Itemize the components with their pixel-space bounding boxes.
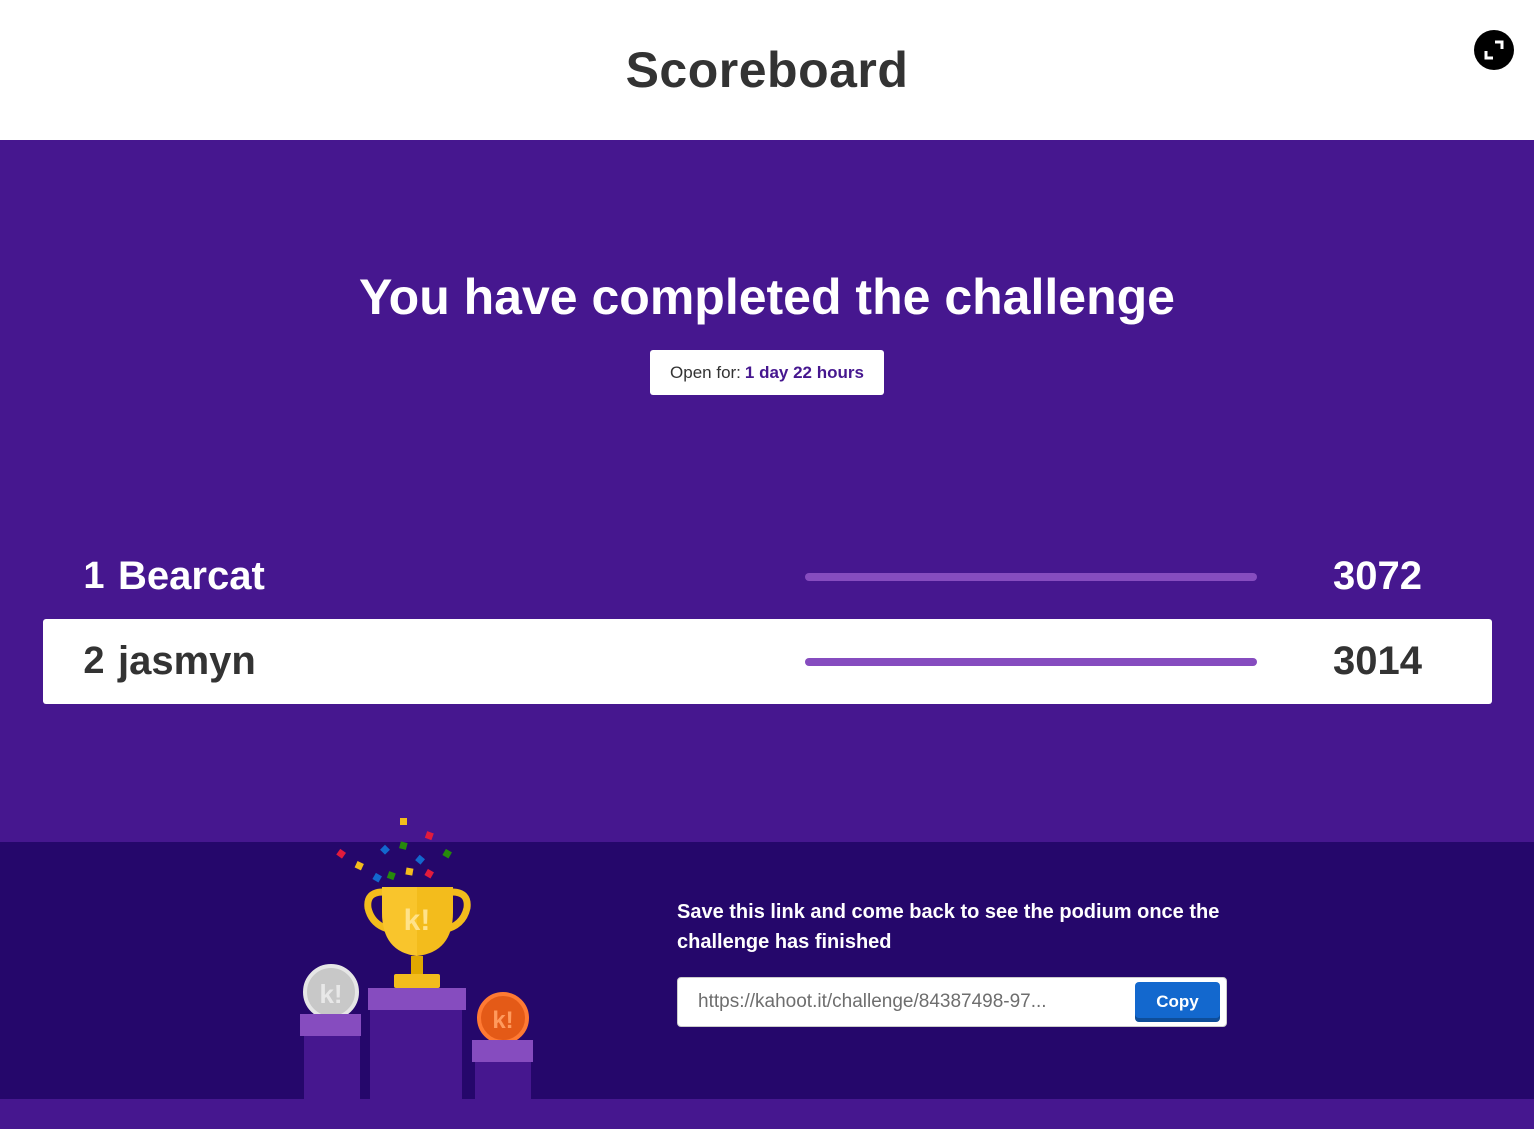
main-content: You have completed the challenge Open fo…: [0, 140, 1534, 842]
challenge-link-box: https://kahoot.it/challenge/84387498-97.…: [677, 977, 1227, 1027]
score-bar-fill: [805, 572, 1257, 581]
player-score: 3072: [1333, 554, 1422, 598]
save-link-message: Save this link and come back to see the …: [677, 901, 1220, 953]
open-for-value: 1 day 22 hours: [744, 362, 864, 382]
copy-button[interactable]: Copy: [1135, 982, 1220, 1022]
scoreboard-row-current-player: 2 jasmyn 3014: [43, 619, 1492, 704]
fullscreen-icon: [1484, 40, 1504, 60]
trophy-icon: k!: [364, 887, 471, 988]
player-rank: 1: [83, 555, 105, 597]
svg-text:k!: k!: [492, 1007, 513, 1034]
score-bar-fill: [805, 657, 1257, 666]
trophy-podium-illustration: k! k! k!: [300, 818, 533, 1099]
scoreboard-row: 1 Bearcat 3072: [43, 534, 1492, 619]
open-for-label: Open for:: [670, 362, 741, 382]
footer-panel: [0, 842, 1534, 1099]
fullscreen-button[interactable]: [1474, 30, 1514, 70]
player-score: 3014: [1333, 639, 1422, 683]
silver-medal-icon: k!: [303, 964, 359, 1020]
player-name: jasmyn: [118, 639, 256, 683]
svg-text:k!: k!: [319, 979, 342, 1009]
svg-text:k!: k!: [404, 904, 431, 937]
header: Scoreboard: [0, 0, 1534, 140]
score-bar: [805, 657, 1257, 666]
player-name: Bearcat: [118, 554, 265, 598]
bottom-strip: [0, 1099, 1534, 1129]
challenge-link-field[interactable]: https://kahoot.it/challenge/84387498-97.…: [678, 978, 1135, 1026]
confetti-icon: [336, 818, 452, 883]
challenge-headline: You have completed the challenge: [359, 269, 1175, 325]
player-rank: 2: [83, 640, 105, 682]
score-bar: [805, 572, 1257, 581]
page-title: Scoreboard: [625, 42, 909, 98]
open-for-badge: Open for: 1 day 22 hours: [650, 350, 884, 395]
bronze-medal-icon: k!: [477, 992, 529, 1044]
